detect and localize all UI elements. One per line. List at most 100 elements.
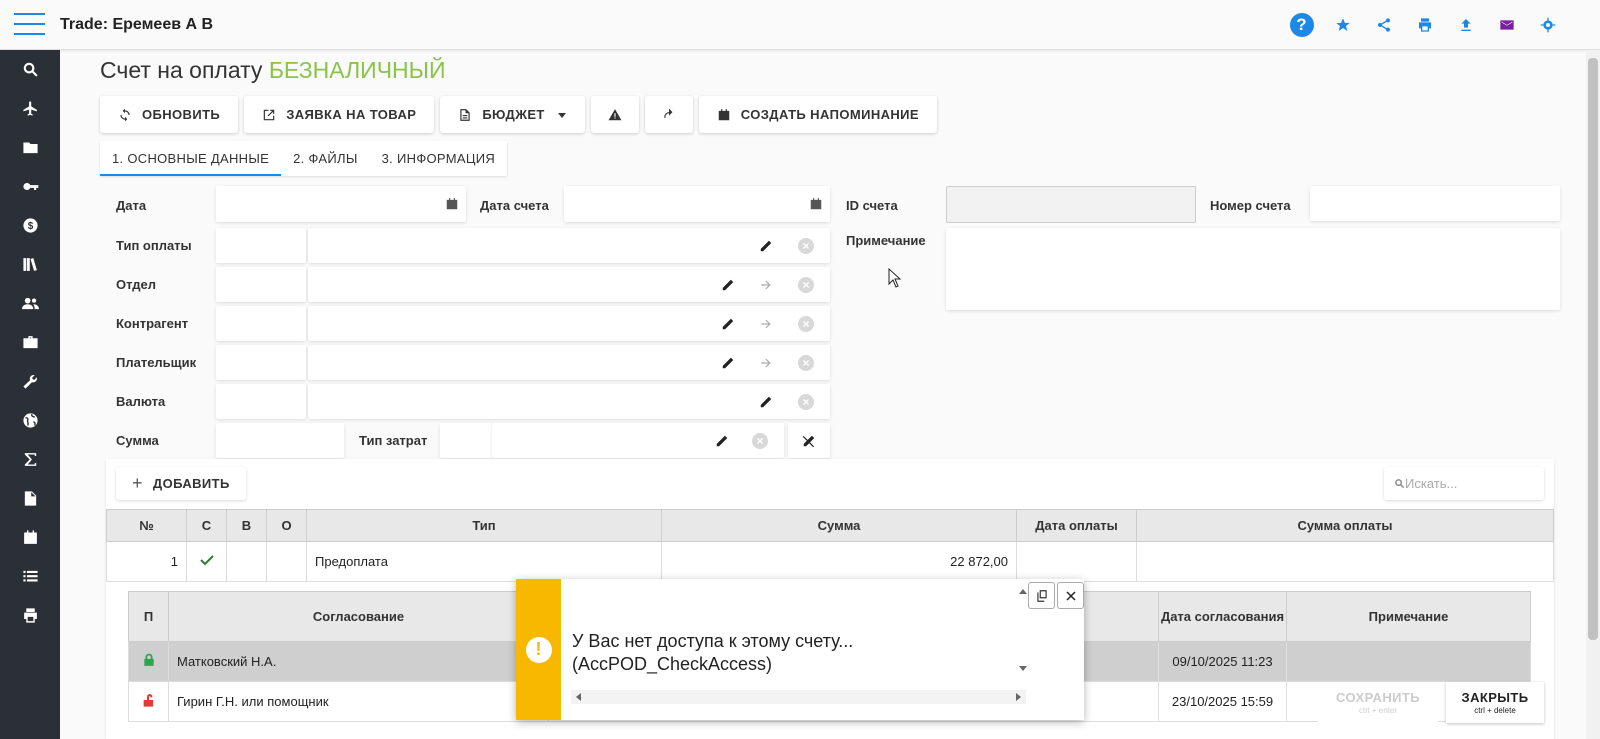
sidebar-item-documents[interactable] [0, 479, 60, 518]
toast-vertical-scrollbar[interactable] [1016, 587, 1030, 673]
edit-icon[interactable] [758, 394, 774, 410]
payer-field[interactable]: × [308, 345, 830, 380]
department-field[interactable]: × [308, 267, 830, 302]
col-approval[interactable]: Согласование [168, 591, 549, 642]
close-toast-button[interactable] [1057, 582, 1084, 609]
table-row[interactable]: 1 Предоплата 22 872,00 [106, 541, 1554, 582]
sidebar-item-print[interactable] [0, 596, 60, 635]
col-o[interactable]: О [266, 509, 307, 542]
page-scrollbar[interactable] [1586, 50, 1600, 739]
share-icon[interactable] [1371, 12, 1396, 37]
sidebar-item-library[interactable] [0, 245, 60, 284]
print-icon[interactable] [1412, 12, 1437, 37]
save-button[interactable]: СОХРАНИТЬ ctrl + enter [1318, 682, 1438, 723]
undo-button[interactable] [644, 96, 693, 133]
sidebar-item-finance[interactable]: $ [0, 206, 60, 245]
counterparty-code-field[interactable] [216, 306, 306, 341]
settings-icon[interactable] [1535, 12, 1560, 37]
calendar-icon[interactable] [444, 196, 460, 212]
sidebar-item-keys[interactable] [0, 167, 60, 206]
add-button[interactable]: + ДОБАВИТЬ [116, 467, 246, 500]
col-number[interactable]: № [106, 509, 187, 542]
edit-icon[interactable] [758, 238, 774, 254]
note-field[interactable] [946, 228, 1560, 310]
edit-icon[interactable] [720, 355, 736, 371]
refresh-button[interactable]: ОБНОВИТЬ [100, 96, 239, 133]
save-hint: ctrl + enter [1358, 706, 1397, 715]
edit-icon[interactable] [714, 433, 730, 449]
close-hint: ctrl + delete [1474, 706, 1516, 715]
help-icon[interactable]: ? [1289, 12, 1314, 37]
date-field[interactable] [216, 186, 466, 222]
arrow-right-icon[interactable] [758, 355, 774, 371]
edit-icon[interactable] [720, 277, 736, 293]
plus-icon: + [132, 473, 143, 493]
grid-search-input[interactable] [1405, 476, 1535, 491]
clear-icon[interactable]: × [798, 237, 814, 254]
upload-icon[interactable] [1453, 12, 1478, 37]
warning-button[interactable] [590, 96, 639, 133]
invoice-number-field[interactable] [1310, 186, 1560, 221]
sidebar-item-sum[interactable] [0, 440, 60, 479]
sigma-icon [24, 453, 36, 466]
product-request-button[interactable]: ЗАЯВКА НА ТОВАР [244, 96, 435, 133]
col-payment-date[interactable]: Дата оплаты [1016, 509, 1137, 542]
sidebar-item-world[interactable] [0, 401, 60, 440]
payment-type-code-field[interactable] [216, 228, 306, 263]
footer-actions: СОХРАНИТЬ ctrl + enter ЗАКРЫТЬ ctrl + de… [1318, 682, 1544, 723]
sidebar-item-people[interactable] [0, 284, 60, 323]
col-approval-note[interactable]: Примечание [1286, 591, 1531, 642]
col-c[interactable]: С [186, 509, 227, 542]
hamburger-menu-icon[interactable] [14, 13, 45, 37]
close-button[interactable]: ЗАКРЫТЬ ctrl + delete [1446, 682, 1544, 723]
sidebar-item-tools[interactable] [0, 362, 60, 401]
tab-information[interactable]: 3. ИНФОРМАЦИЯ [370, 141, 507, 176]
tab-main-data[interactable]: 1. ОСНОВНЫЕ ДАННЫЕ [100, 141, 282, 176]
toast-horizontal-scrollbar[interactable] [571, 690, 1026, 704]
sidebar-item-search[interactable] [0, 50, 60, 89]
calendar-icon [718, 108, 730, 120]
cost-type-code-field[interactable] [440, 423, 492, 458]
amount-field[interactable] [216, 423, 344, 458]
create-reminder-button[interactable]: СОЗДАТЬ НАПОМИНАНИЕ [698, 96, 937, 133]
counterparty-field[interactable]: × [308, 306, 830, 341]
sidebar-item-folder[interactable] [0, 128, 60, 167]
clear-icon[interactable]: × [798, 354, 814, 371]
clear-icon[interactable]: × [798, 276, 814, 293]
col-v[interactable]: В [226, 509, 267, 542]
sidebar-item-travel[interactable] [0, 89, 60, 128]
mail-icon[interactable] [1494, 12, 1519, 37]
arrow-right-icon[interactable] [758, 316, 774, 332]
cost-type-edit-off-button[interactable] [788, 423, 830, 458]
star-icon[interactable] [1330, 12, 1355, 37]
budget-dropdown-button[interactable]: БЮДЖЕТ [440, 96, 585, 133]
cost-type-field[interactable]: × [492, 423, 784, 458]
clear-icon[interactable]: × [752, 432, 768, 449]
cell-v [226, 541, 267, 582]
clear-icon[interactable]: × [798, 315, 814, 332]
currency-field[interactable]: × [308, 384, 830, 419]
calendar-icon[interactable] [808, 196, 824, 212]
refresh-icon [120, 108, 130, 121]
department-code-field[interactable] [216, 267, 306, 302]
edit-icon[interactable] [720, 316, 736, 332]
col-type[interactable]: Тип [306, 509, 662, 542]
tab-files[interactable]: 2. ФАЙЛЫ [281, 141, 370, 176]
col-payment-amount[interactable]: Сумма оплаты [1136, 509, 1554, 542]
arrow-right-icon[interactable] [758, 277, 774, 293]
payer-code-field[interactable] [216, 345, 306, 380]
col-amount[interactable]: Сумма [661, 509, 1017, 542]
clear-icon[interactable]: × [798, 393, 814, 410]
invoice-date-field[interactable] [564, 186, 830, 222]
col-approval-date[interactable]: Дата согласования [1158, 591, 1287, 642]
currency-code-field[interactable] [216, 384, 306, 419]
sidebar-item-list[interactable] [0, 557, 60, 596]
sidebar-item-calendar[interactable] [0, 518, 60, 557]
print-icon [23, 608, 37, 623]
copy-button[interactable] [1028, 582, 1055, 609]
scrollbar-thumb[interactable] [1588, 58, 1598, 640]
payment-type-field[interactable]: × [308, 228, 830, 263]
cell-approval-note [1286, 641, 1531, 682]
sidebar-item-work[interactable] [0, 323, 60, 362]
col-p[interactable]: П [128, 591, 169, 642]
